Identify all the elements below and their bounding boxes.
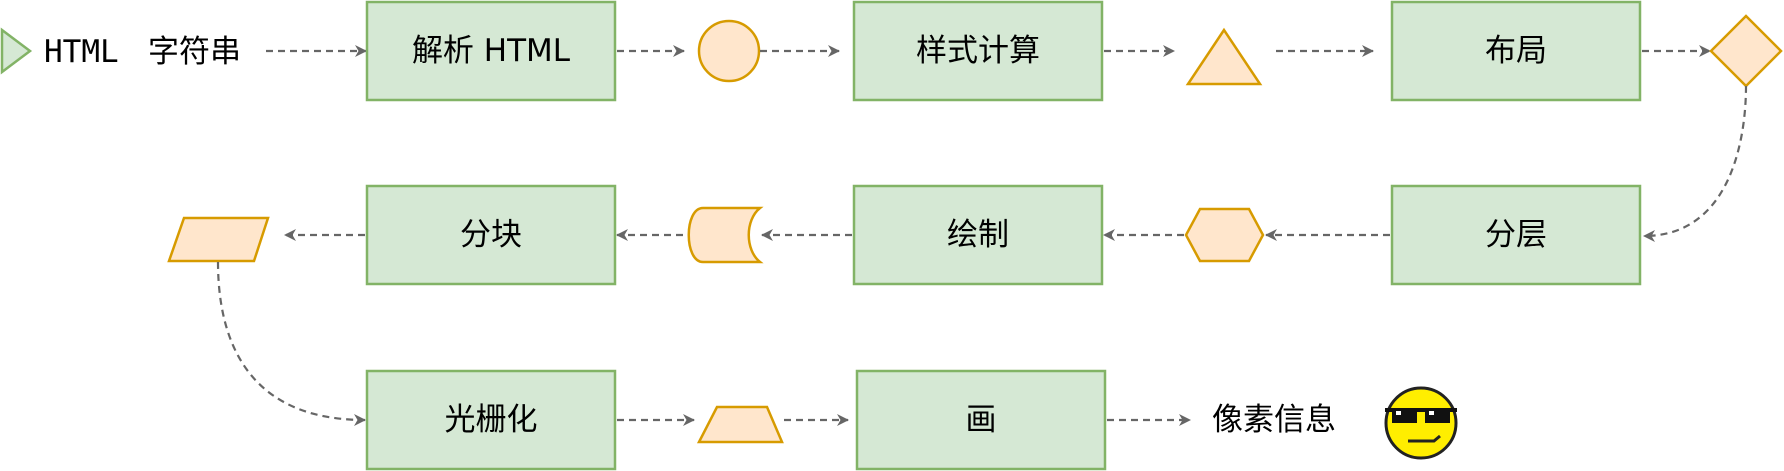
edge-tiles-to-raster — [216, 261, 366, 426]
input-string-label: 字符串 — [148, 34, 241, 70]
layer-label: 分层 — [1485, 217, 1547, 253]
bitmap-trapezoid-shape — [696, 405, 784, 444]
sunglasses-smiley-icon — [1384, 386, 1458, 460]
input-html-label: HTML — [44, 34, 119, 70]
rendering-pipeline-diagram: HTML 字符串 解析 HTML 样式计算 布局 分层 绘制 分块 光栅化 画 … — [0, 0, 1783, 471]
style-calc-label: 样式计算 — [916, 33, 1040, 69]
tiles-parallelogram-shape — [167, 216, 270, 263]
draw-label: 画 — [966, 402, 997, 438]
start-play-icon — [0, 27, 33, 75]
layout-tree-diamond-shape — [1709, 14, 1783, 88]
paint-label: 绘制 — [947, 217, 1009, 253]
parse-html-label: 解析 HTML — [412, 33, 571, 69]
edge-tree-to-layer — [1643, 85, 1748, 242]
raster-label: 光栅化 — [445, 402, 538, 438]
output-pixel-label: 像素信息 — [1212, 402, 1336, 438]
cssom-triangle-shape — [1185, 27, 1263, 86]
dom-circle-shape — [697, 19, 761, 83]
tile-label: 分块 — [460, 217, 522, 253]
paint-list-storage-shape — [687, 206, 764, 264]
layer-tree-hexagon-shape — [1184, 207, 1265, 263]
layout-label: 布局 — [1485, 33, 1547, 69]
